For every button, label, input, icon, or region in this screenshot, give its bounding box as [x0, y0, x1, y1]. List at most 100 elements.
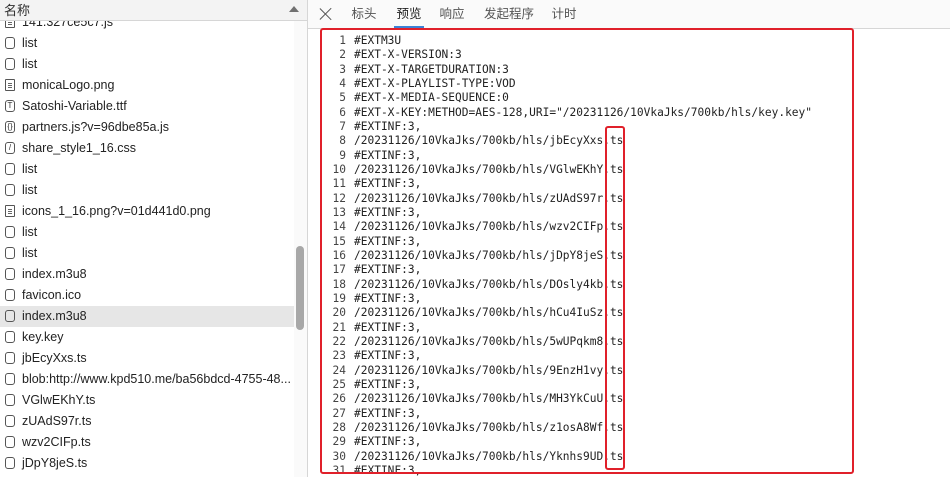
line-text: /20231126/10VkaJks/700kb/hls/VGlwEKhY.ts [354, 162, 624, 176]
line-text: #EXTINF:3, [354, 148, 422, 162]
xhr-icon [5, 226, 15, 238]
xhr-icon [5, 58, 15, 70]
xhr-icon [5, 331, 15, 343]
line-text: /20231126/10VkaJks/700kb/hls/MH3YkCuU.ts [354, 392, 624, 406]
request-row[interactable]: jbEcyXxs.ts [0, 348, 294, 369]
line-number: 10 [332, 162, 346, 176]
line-text: /20231126/10VkaJks/700kb/hls/z1osA8Wf.ts [354, 420, 624, 434]
request-row[interactable]: index.m3u8 [0, 264, 294, 285]
line-text: #EXT-X-KEY:METHOD=AES-128,URI="/20231126… [354, 105, 813, 119]
line-text: /20231126/10VkaJks/700kb/hls/9EnzH1vy.ts [354, 363, 624, 377]
line-number: 25 [332, 377, 346, 391]
scrollbar-thumb[interactable] [296, 246, 304, 330]
xhr-icon [5, 184, 15, 196]
request-row[interactable]: {} partners.js?v=96dbe85a.js [0, 117, 294, 138]
code-line: 3 #EXT-X-TARGETDURATION:3 [308, 63, 509, 77]
code-line: 18/20231126/10VkaJks/700kb/hls/DOsly4kb.… [308, 277, 624, 292]
request-name: Satoshi-Variable.ttf [22, 99, 127, 113]
code-line: 7 #EXTINF:3, [308, 120, 421, 134]
request-row[interactable]: favicon.ico [0, 285, 294, 306]
request-name: index.m3u8 [22, 309, 87, 323]
line-text: #EXTINF:3, [354, 119, 422, 133]
line-number: 12 [332, 191, 346, 205]
xhr-icon [5, 37, 15, 49]
line-text: /20231126/10VkaJks/700kb/hls/wzv2CIFp.ts [354, 220, 624, 234]
request-row[interactable]: list [0, 243, 294, 264]
tab-timing[interactable]: 计时 [550, 0, 578, 28]
code-line: 26/20231126/10VkaJks/700kb/hls/MH3YkCuU.… [308, 392, 624, 406]
xhr-icon [5, 268, 15, 280]
tab-initiator[interactable]: 发起程序 [482, 0, 536, 28]
image-icon [5, 205, 15, 217]
code-line: 27 #EXTINF:3, [308, 407, 422, 421]
request-row[interactable]: VGlwEKhY.ts [0, 390, 294, 411]
image-icon [5, 79, 15, 91]
line-number: 17 [332, 263, 346, 277]
request-row[interactable]: jDpY8jeS.ts [0, 453, 294, 474]
xhr-icon [5, 457, 15, 469]
request-row[interactable]: list [0, 180, 294, 201]
xhr-icon [5, 415, 15, 427]
line-number: 18 [332, 277, 346, 291]
tab-response[interactable]: 响应 [436, 0, 468, 28]
line-text: #EXTINF:3, [354, 291, 422, 305]
request-row[interactable]: blob:http://www.kpd510.me/ba56bdcd-4755-… [0, 369, 294, 390]
stylesheet-icon: / [5, 142, 15, 154]
close-icon[interactable] [319, 7, 333, 21]
code-line: 14/20231126/10VkaJks/700kb/hls/wzv2CIFp.… [308, 220, 624, 234]
line-text: #EXTINF:3, [354, 463, 422, 477]
code-line: 1 #EXTM3U [308, 34, 401, 48]
request-name: icons_1_16.png?v=01d441d0.png [22, 204, 211, 218]
code-line: 13 #EXTINF:3, [308, 206, 422, 220]
request-row[interactable]: list [0, 222, 294, 243]
line-text: #EXTINF:3, [354, 349, 422, 363]
line-number: 4 [339, 76, 346, 90]
code-line: 9 #EXTINF:3, [308, 149, 421, 163]
code-line: 29 #EXTINF:3, [308, 435, 422, 449]
xhr-icon [5, 289, 15, 301]
line-number: 7 [339, 119, 346, 133]
line-number: 2 [339, 48, 346, 62]
request-row[interactable]: monicaLogo.png [0, 75, 294, 96]
request-row[interactable]: / share_style1_16.css [0, 138, 294, 159]
tab-headers[interactable]: 标头 [348, 0, 380, 28]
request-row[interactable]: zUAdS97r.ts [0, 411, 294, 432]
request-list: 141.327ce5c7.js list list monicaLogo.png T Sa… [0, 12, 294, 474]
line-number: 9 [339, 148, 346, 162]
request-row[interactable]: T Satoshi-Variable.ttf [0, 96, 294, 117]
code-line: 28/20231126/10VkaJks/700kb/hls/z1osA8Wf.… [308, 420, 624, 435]
request-row[interactable]: wzv2CIFp.ts [0, 432, 294, 453]
request-list-scrollbar[interactable] [294, 0, 307, 477]
code-line: 20/20231126/10VkaJks/700kb/hls/hCu4IuSz.… [308, 306, 624, 320]
tab-preview[interactable]: 预览 [394, 0, 424, 28]
network-request-list-panel: 141.327ce5c7.js list list monicaLogo.png T Sa… [0, 0, 308, 477]
sort-ascending-icon[interactable] [289, 6, 299, 12]
line-number: 21 [332, 320, 346, 334]
request-name: VGlwEKhY.ts [22, 393, 96, 407]
code-line: 24/20231126/10VkaJks/700kb/hls/9EnzH1vy.… [308, 363, 624, 378]
name-column-header[interactable]: 名称 [0, 0, 307, 21]
line-number: 3 [339, 62, 346, 76]
request-row[interactable]: list [0, 159, 294, 180]
line-text: #EXT-X-VERSION:3 [354, 48, 462, 62]
request-row[interactable]: icons_1_16.png?v=01d441d0.png [0, 201, 294, 222]
font-icon: T [5, 100, 15, 112]
request-name: list [22, 225, 38, 239]
request-row[interactable]: list [0, 54, 294, 75]
line-text: /20231126/10VkaJks/700kb/hls/jbEcyXxs.ts [354, 134, 624, 148]
xhr-icon [5, 352, 15, 364]
m3u8-preview-content[interactable]: 1 #EXTM3U 2 #EXT-X-VERSION:3 3 #EXT-X-TARGETD… [308, 34, 950, 477]
request-name: monicaLogo.png [22, 78, 115, 92]
line-number: 11 [332, 177, 346, 191]
code-line: 31 #EXTINF:3, [308, 463, 422, 477]
code-line: 10/20231126/10VkaJks/700kb/hls/VGlwEKhY.… [308, 162, 624, 177]
name-column-label: 名称 [4, 3, 31, 18]
line-text: #EXTINF:3, [354, 377, 422, 391]
request-name: share_style1_16.css [22, 141, 136, 155]
request-row[interactable]: list [0, 33, 294, 54]
request-row[interactable]: index.m3u8 [0, 306, 294, 327]
code-line: 19 #EXTINF:3, [308, 291, 422, 306]
request-name: list [22, 36, 38, 50]
request-row[interactable]: key.key [0, 327, 294, 348]
line-number: 1 [339, 34, 346, 47]
